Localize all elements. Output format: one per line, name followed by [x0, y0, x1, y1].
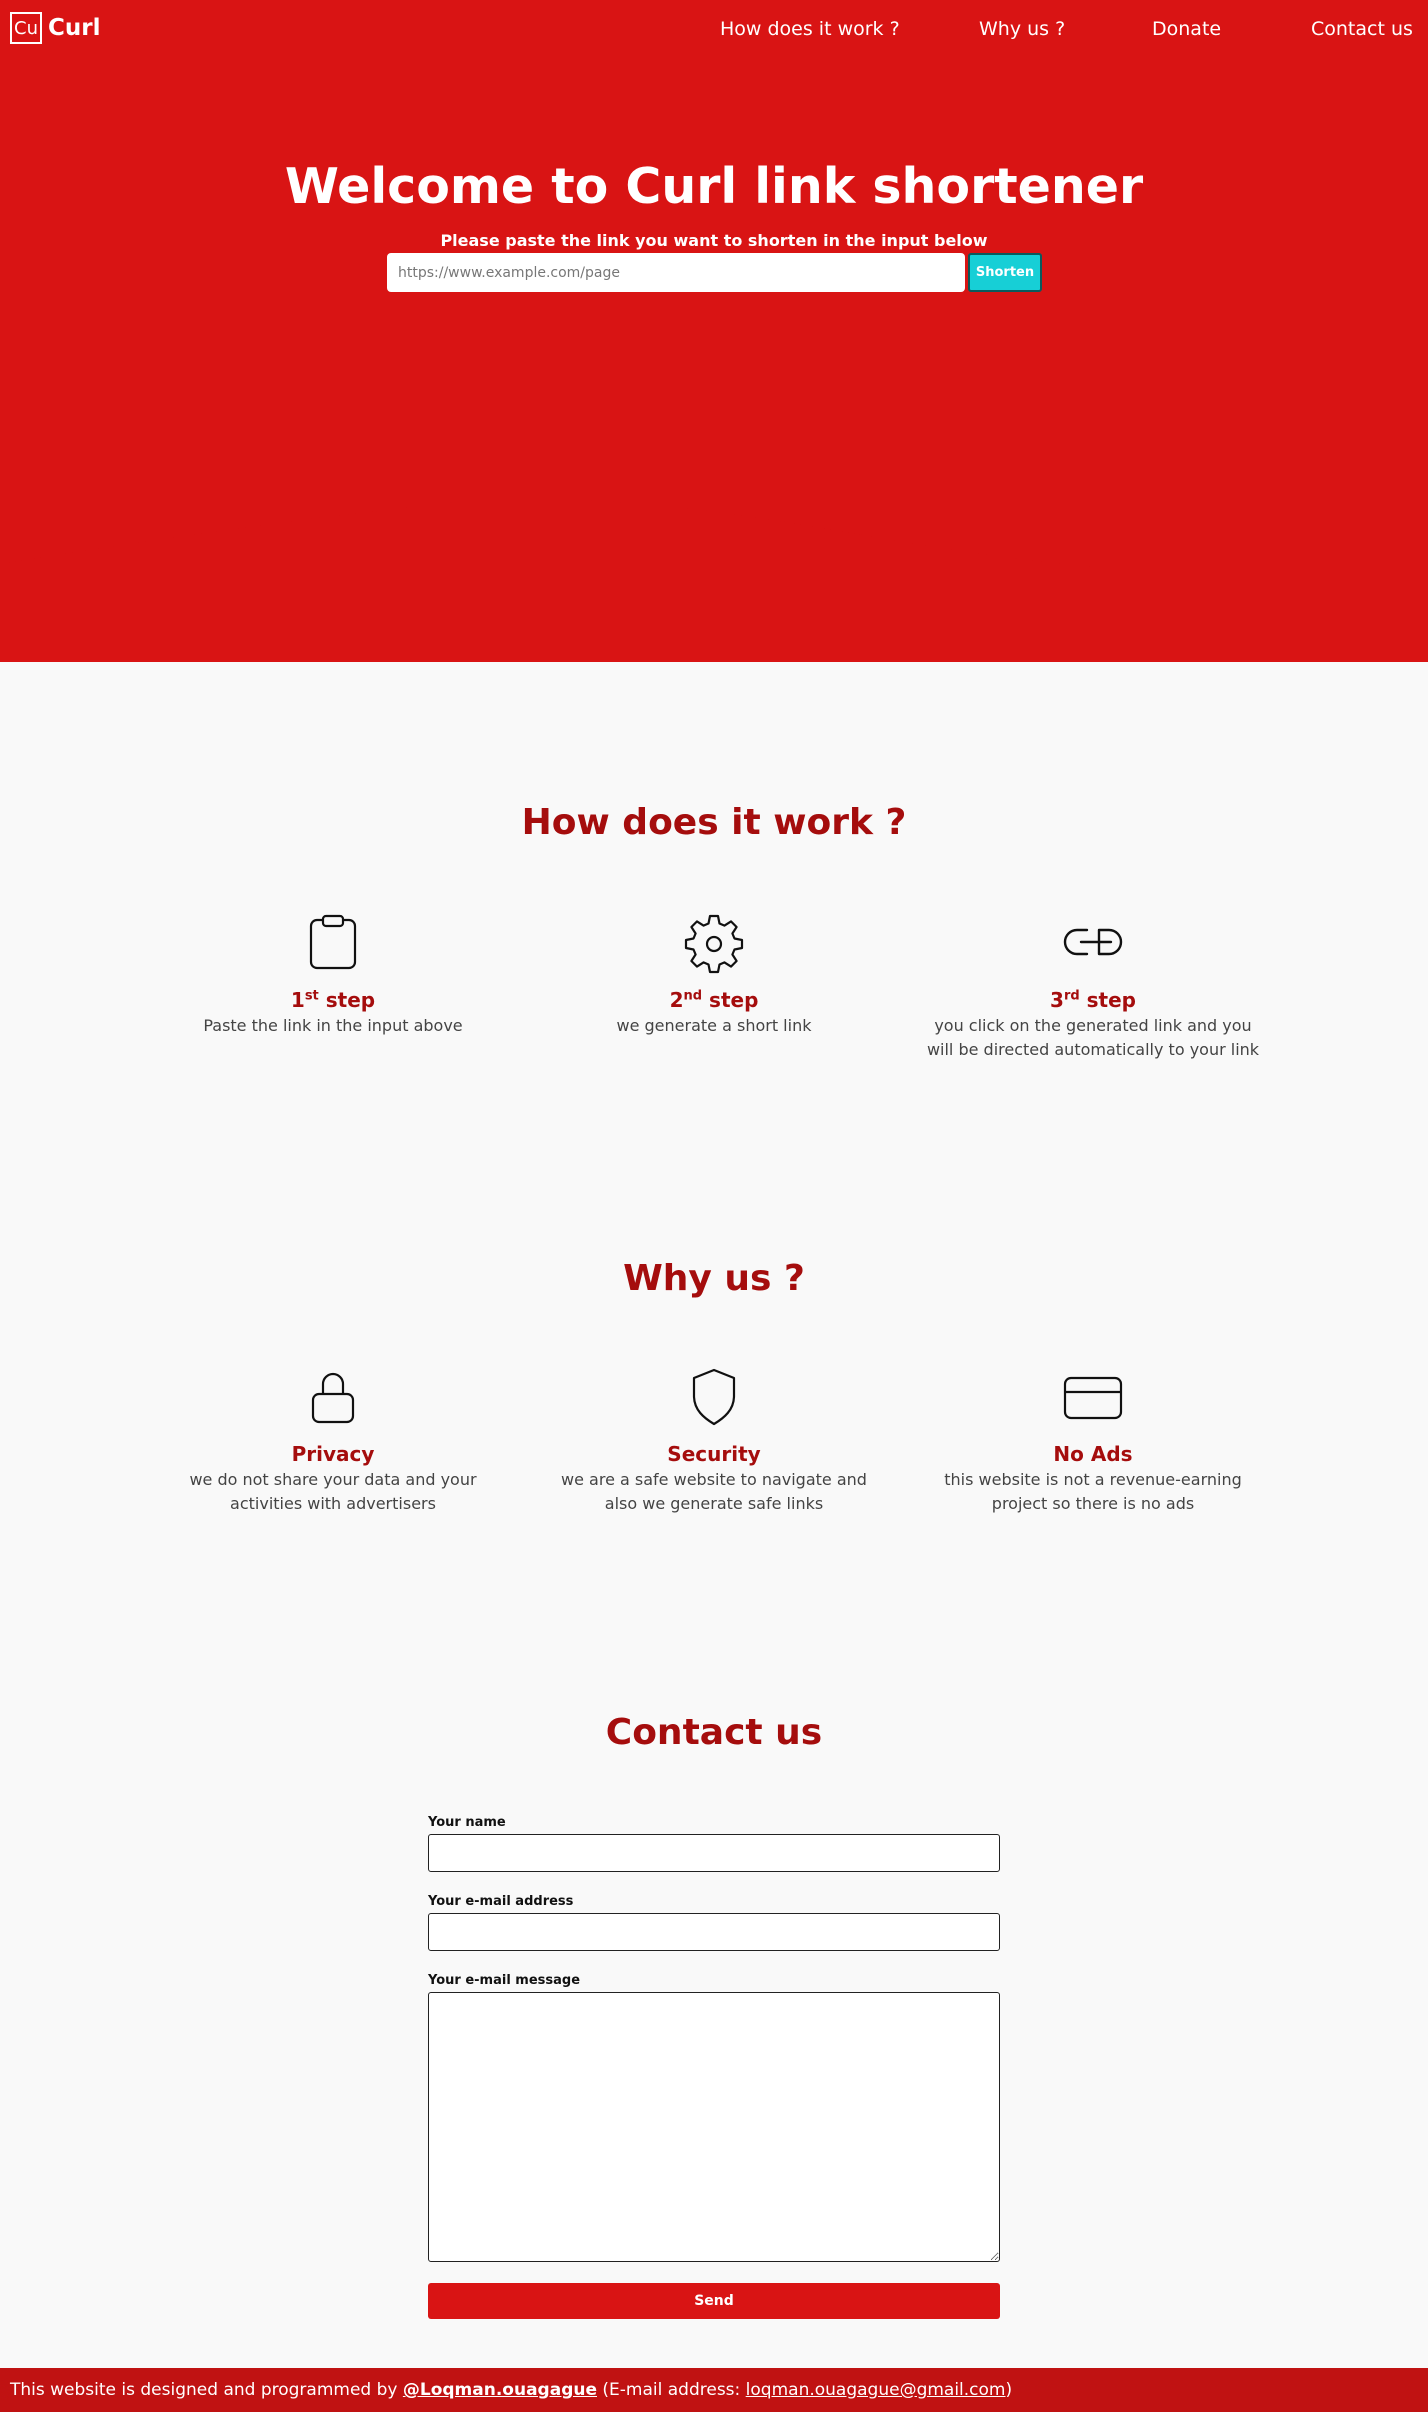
why-title: No Ads — [1053, 1442, 1133, 1466]
why-description: this website is not a revenue-earning pr… — [944, 1470, 1242, 1513]
email-input[interactable] — [428, 1913, 1000, 1951]
step-description: you click on the generated link and you … — [926, 1016, 1260, 1059]
nav-link-contact[interactable]: Contact us — [1311, 18, 1413, 40]
url-input[interactable] — [387, 253, 965, 292]
step-title: 1st step — [290, 988, 376, 1012]
step-title: 2nd step — [669, 988, 759, 1012]
step-description: we generate a short link — [616, 1016, 812, 1035]
message-textarea[interactable] — [428, 1992, 1000, 2262]
step-card-3: 3rd step you click on the generated link… — [923, 910, 1263, 1062]
why-section-title: Why us ? — [623, 1258, 805, 1299]
why-title: Security — [667, 1442, 761, 1466]
step-title: 3rd step — [1050, 988, 1136, 1012]
shield-icon — [692, 1368, 736, 1426]
why-title: Privacy — [291, 1442, 375, 1466]
why-description: we are a safe website to navigate and al… — [561, 1470, 867, 1513]
site-logo[interactable]: Cu Curl — [10, 12, 100, 44]
nav-link-why-us[interactable]: Why us ? — [979, 18, 1065, 40]
email-label: Your e-mail address — [428, 1894, 574, 1909]
hero-title: Welcome to Curl link shortener — [284, 158, 1144, 215]
send-button[interactable]: Send — [428, 2283, 1000, 2319]
logo-box: Cu — [10, 12, 42, 44]
contact-section-title: Contact us — [605, 1712, 823, 1753]
name-input[interactable] — [428, 1834, 1000, 1872]
nav-link-how-it-works[interactable]: How does it work ? — [720, 18, 900, 40]
why-description: we do not share your data and your activ… — [189, 1470, 477, 1513]
card-icon — [1063, 1376, 1123, 1420]
footer-email-close: ) — [1005, 2380, 1013, 2400]
gear-icon — [684, 914, 744, 974]
link-icon — [1063, 928, 1123, 956]
step-card-2: 2nd step we generate a short link — [544, 910, 884, 1038]
name-label: Your name — [428, 1815, 506, 1830]
why-card-privacy: Privacy we do not share your data and yo… — [163, 1364, 503, 1516]
step-description: Paste the link in the input above — [203, 1016, 463, 1035]
footer-email-open: (E-mail address: — [602, 2380, 741, 2400]
nav-link-donate[interactable]: Donate — [1152, 18, 1221, 40]
why-card-security: Security we are a safe website to naviga… — [544, 1364, 884, 1516]
hero-subtitle: Please paste the link you want to shorte… — [440, 231, 988, 250]
shorten-button[interactable]: Shorten — [968, 253, 1042, 292]
step-card-1: 1st step Paste the link in the input abo… — [163, 910, 503, 1038]
lock-icon — [311, 1372, 355, 1424]
hero-edge-left — [0, 560, 2, 662]
author-link[interactable]: @Loqman.ouagague — [403, 2380, 597, 2400]
clipboard-icon — [309, 914, 357, 970]
how-section-title: How does it work ? — [521, 802, 907, 843]
logo-text: Curl — [48, 15, 101, 41]
why-card-no-ads: No Ads this website is not a revenue-ear… — [923, 1364, 1263, 1516]
message-label: Your e-mail message — [428, 1973, 581, 1988]
email-link[interactable]: loqman.ouagague@gmail.com — [746, 2380, 1006, 2400]
footer: This website is designed and programmed … — [0, 2368, 1428, 2412]
footer-prefix: This website is designed and programmed … — [10, 2380, 398, 2400]
hero-wave — [0, 490, 1428, 576]
